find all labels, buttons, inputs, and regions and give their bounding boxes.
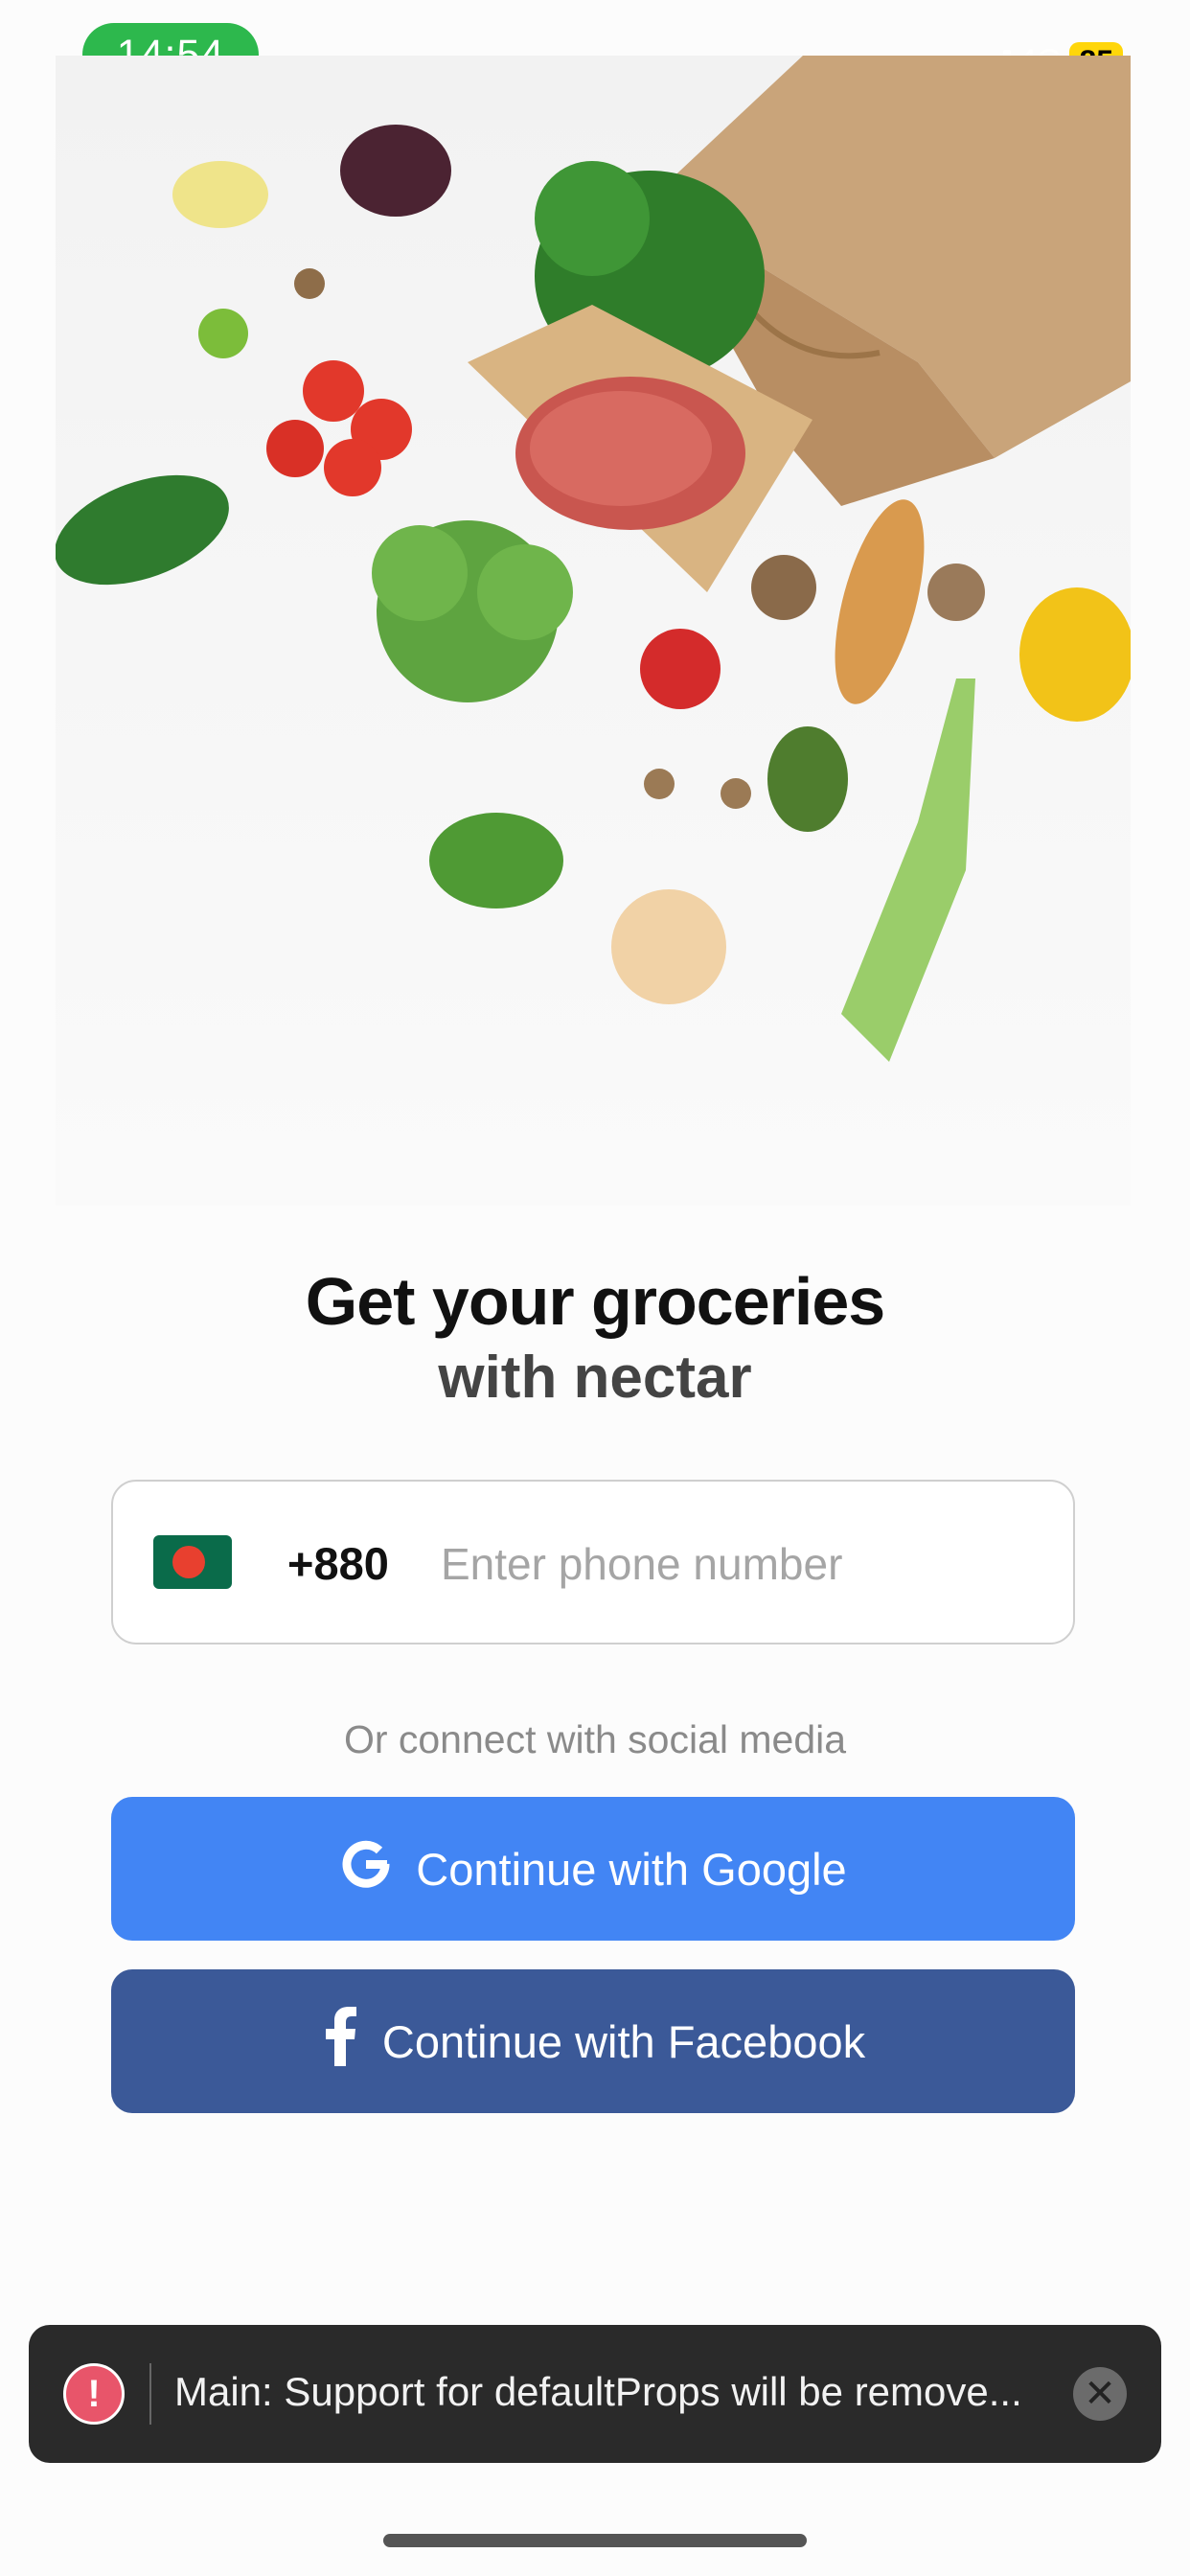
google-icon <box>339 1837 393 1901</box>
facebook-icon <box>321 2006 359 2077</box>
google-signin-button[interactable]: Continue with Google <box>111 1797 1075 1941</box>
bangladesh-flag-icon[interactable] <box>153 1535 232 1589</box>
country-code[interactable]: +880 <box>287 1537 389 1590</box>
page-title: Get your groceries <box>305 1264 885 1339</box>
social-prompt: Or connect with social media <box>343 1717 847 1761</box>
groceries-hero-image <box>56 56 1131 1206</box>
google-button-label: Continue with Google <box>416 1843 847 1895</box>
home-indicator[interactable] <box>383 2534 807 2547</box>
error-icon: ! <box>63 2363 125 2425</box>
facebook-button-label: Continue with Facebook <box>381 2015 866 2067</box>
error-toast[interactable]: ! Main: Support for defaultProps will be… <box>29 2325 1161 2463</box>
page-subtitle: with nectar <box>438 1345 752 1411</box>
toast-message: Main: Support for defaultProps will be r… <box>174 2369 1022 2414</box>
close-icon[interactable]: ✕ <box>1073 2367 1127 2421</box>
phone-number-field[interactable]: +880 <box>111 1480 1075 1644</box>
phone-input[interactable] <box>439 1520 1037 1608</box>
facebook-signin-button[interactable]: Continue with Facebook <box>111 1969 1075 2113</box>
toast-divider <box>149 2363 151 2425</box>
